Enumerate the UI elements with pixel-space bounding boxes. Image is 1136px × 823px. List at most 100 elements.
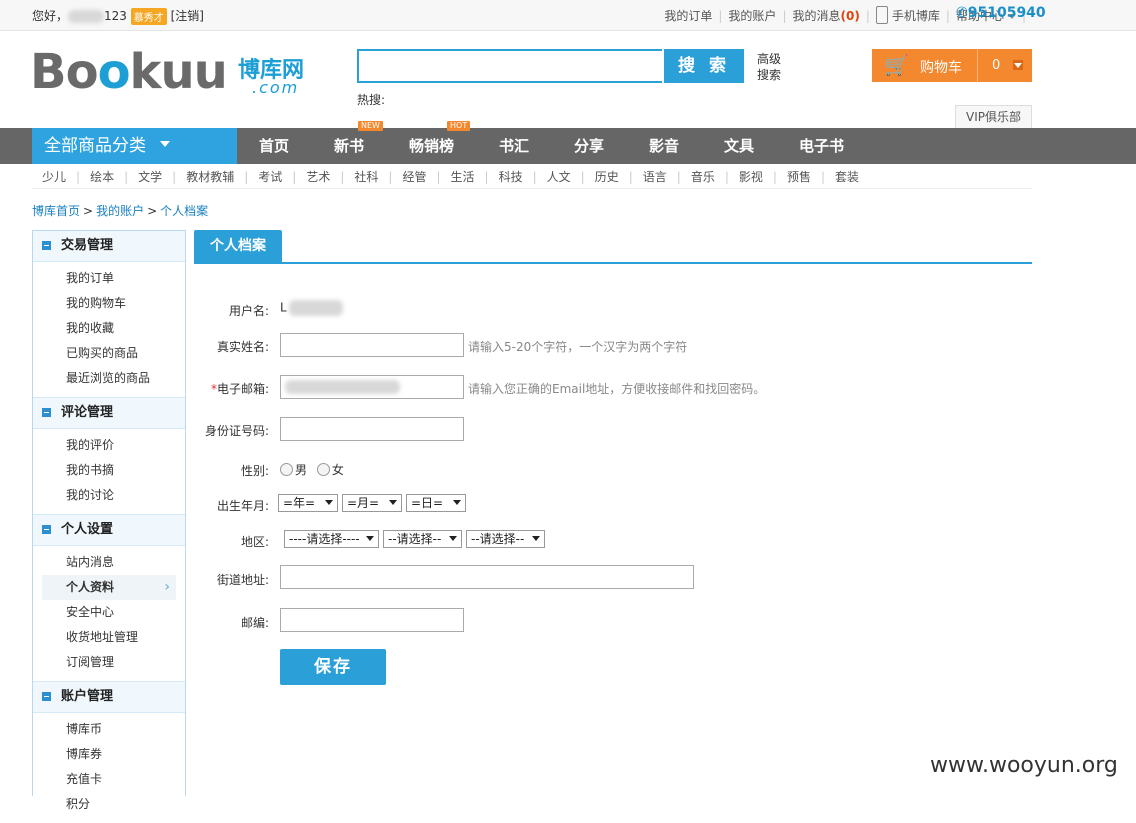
search-button[interactable]: 搜 索 (664, 49, 744, 83)
sidebar-item[interactable]: 我的评价 (33, 433, 185, 458)
sidebar-item[interactable]: 订阅管理 (33, 650, 185, 675)
zip-input[interactable] (280, 608, 464, 632)
cart-button[interactable]: 🛒 购物车 0 (872, 49, 1032, 82)
subnav-item[interactable]: 语言 (643, 170, 667, 184)
sidebar-item[interactable]: 最近浏览的商品 (33, 366, 185, 391)
vip-club-link[interactable]: VIP俱乐部 (955, 105, 1032, 129)
sidebar-item[interactable]: 我的购物车 (33, 291, 185, 316)
collapse-icon[interactable] (42, 525, 51, 534)
all-categories-menu[interactable]: 全部商品分类 (32, 128, 237, 164)
sidebar-item[interactable]: 我的书摘 (33, 458, 185, 483)
idcard-input[interactable] (280, 417, 464, 441)
my-account-link[interactable]: 我的账户 (728, 9, 776, 23)
nav-item-ebooks[interactable]: 电子书 (799, 128, 844, 164)
nav-item-home[interactable]: 首页 (259, 128, 289, 164)
province-select[interactable]: ----请选择---- (284, 530, 379, 548)
sidebar-item[interactable]: 博库券 (33, 742, 185, 767)
breadcrumb: 博库首页 > 我的账户 > 个人档案 (32, 202, 208, 219)
logo-wordmark: Bookuu (30, 44, 228, 100)
sidebar-item-label: 博库券 (66, 747, 103, 761)
sidebar-item[interactable]: 我的订单 (33, 266, 185, 291)
sidebar-item[interactable]: 积分 (33, 792, 185, 817)
gender-female-radio[interactable] (316, 463, 330, 476)
nav-item-share[interactable]: 分享 (574, 128, 604, 164)
messages-label: 我的消息 (792, 9, 841, 23)
my-orders-link[interactable]: 我的订单 (664, 9, 712, 23)
subnav-item[interactable]: 历史 (595, 170, 619, 184)
collapse-icon[interactable] (42, 692, 51, 701)
site-logo[interactable]: Bookuu 博库网 .com (30, 44, 310, 100)
subnav-item[interactable]: 社科 (354, 170, 378, 184)
mobile-link[interactable]: 手机博库 (892, 9, 940, 23)
city-select[interactable]: --请选择-- (383, 530, 462, 548)
nav-item-stationery[interactable]: 文具 (724, 128, 754, 164)
birth-year-select[interactable]: =年= (278, 494, 338, 512)
divider: | (340, 170, 345, 184)
breadcrumb-home[interactable]: 博库首页 (32, 204, 80, 218)
subnav-item[interactable]: 绘本 (90, 170, 114, 184)
idcard-label: 身份证号码: (204, 424, 269, 438)
my-messages-link[interactable]: 我的消息(0) (792, 9, 859, 23)
subnav-item[interactable]: 套装 (835, 170, 859, 184)
divider: | (628, 170, 633, 184)
subnav-item[interactable]: 经管 (402, 170, 426, 184)
subnav-item[interactable]: 艺术 (306, 170, 330, 184)
subnav-item[interactable]: 生活 (451, 170, 475, 184)
divider: | (580, 170, 585, 184)
category-subnav: 少儿 | 绘本 | 文学 | 教材教辅 | 考试 | 艺术 | 社科 | 经管 | 生活 | 科技 | 人文 | 历史 | 语言… (32, 166, 1032, 189)
nav-item-collections[interactable]: 书汇 (499, 128, 529, 164)
sidebar-item[interactable]: 已购买的商品 (33, 341, 185, 366)
sidebar-section-header: 账户管理 (33, 681, 185, 713)
subnav-item[interactable]: 预售 (787, 170, 811, 184)
subnav-item[interactable]: 考试 (258, 170, 282, 184)
breadcrumb-account[interactable]: 我的账户 (96, 204, 144, 218)
email-label: *电子邮箱: (194, 380, 269, 397)
breadcrumb-separator: > (83, 204, 94, 218)
logo-part: kuu (129, 44, 228, 100)
top-bar: 您好， 123 慕秀才 [注销] 我的订单 | 我的账户 | 我的消息(0) | 手机博库 | 帮… (0, 0, 1136, 31)
chevron-down-icon[interactable] (1013, 60, 1023, 70)
subnav-item[interactable]: 科技 (499, 170, 523, 184)
sidebar-item-label: 安全中心 (66, 605, 115, 619)
realname-input[interactable] (280, 333, 464, 357)
subnav-item[interactable]: 影视 (739, 170, 763, 184)
subnav-item[interactable]: 文学 (138, 170, 162, 184)
nav-item-media[interactable]: 影音 (649, 128, 679, 164)
birth-month-select[interactable]: =月= (342, 494, 402, 512)
sidebar-item[interactable]: 我的讨论 (33, 483, 185, 508)
advanced-search-link[interactable]: 高级搜索 (757, 51, 789, 83)
breadcrumb-current[interactable]: 个人档案 (160, 204, 208, 218)
birth-month-value: =月= (347, 496, 380, 510)
collapse-icon[interactable] (42, 408, 51, 417)
collapse-icon[interactable] (42, 241, 51, 250)
sidebar-item-label: 我的讨论 (66, 488, 115, 502)
sidebar-item[interactable]: 我的收藏 (33, 316, 185, 341)
subnav-item[interactable]: 人文 (547, 170, 571, 184)
email-input[interactable] (280, 375, 464, 399)
sidebar-item[interactable]: 收货地址管理 (33, 625, 185, 650)
tab-profile[interactable]: 个人档案 (194, 230, 282, 262)
search-input[interactable] (357, 49, 662, 83)
nav-item-bestsellers[interactable]: 畅销榜 HOT (409, 121, 471, 164)
district-value: --请选择-- (471, 532, 525, 546)
sidebar-item[interactable]: 博库币 (33, 717, 185, 742)
sidebar-item[interactable]: 个人资料 › (42, 575, 176, 600)
sidebar-item[interactable]: 充值卡 (33, 767, 185, 792)
tab-bar: 个人档案 (194, 230, 1032, 264)
street-input[interactable] (280, 565, 694, 589)
district-select[interactable]: --请选择-- (466, 530, 545, 548)
subnav-item[interactable]: 少儿 (42, 170, 66, 184)
logout-link[interactable]: [注销] (171, 9, 204, 23)
nav-item-new-books[interactable]: 新书 NEW (334, 121, 383, 164)
sidebar-item-label: 我的书摘 (66, 463, 115, 477)
sidebar-item[interactable]: 站内消息 (33, 550, 185, 575)
gender-male-radio[interactable] (280, 463, 293, 476)
birth-day-value: =日= (411, 496, 444, 510)
subnav-item[interactable]: 教材教辅 (186, 170, 234, 184)
save-button[interactable]: 保存 (280, 649, 386, 685)
subnav-item[interactable]: 音乐 (691, 170, 715, 184)
sidebar-section-title: 个人设置 (61, 522, 114, 537)
birth-day-select[interactable]: =日= (406, 494, 466, 512)
sidebar-item[interactable]: 安全中心 (33, 600, 185, 625)
city-value: --请选择-- (388, 532, 442, 546)
